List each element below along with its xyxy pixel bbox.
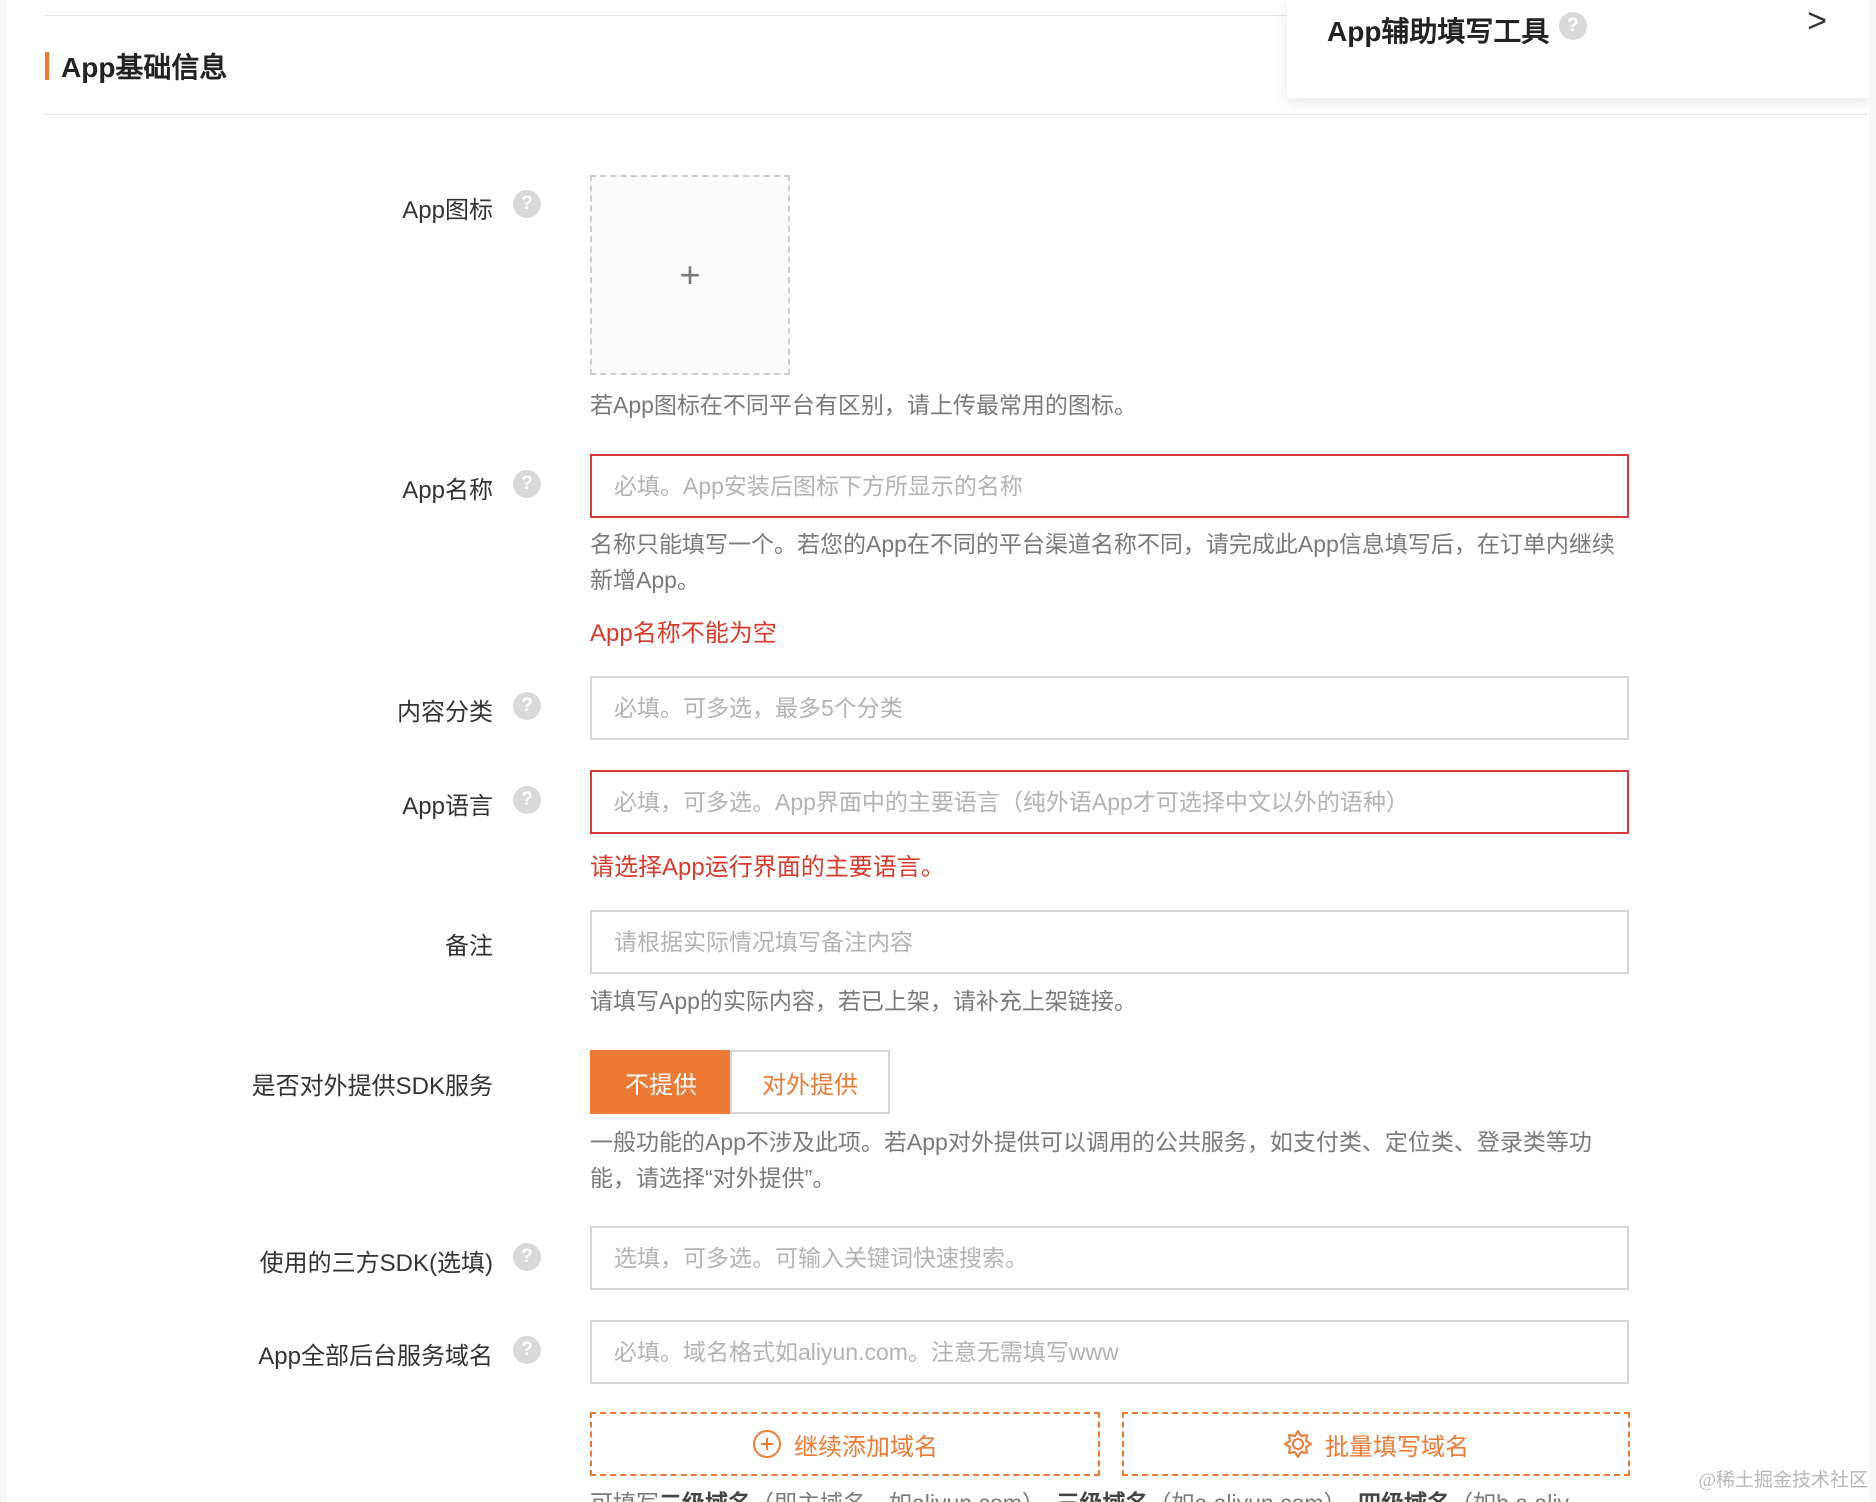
- gear-icon: [1284, 1430, 1312, 1458]
- helper-panel-title: App辅助填写工具: [1327, 16, 1550, 47]
- third-party-sdk-select[interactable]: [590, 1226, 1629, 1290]
- section-accent-bar: [45, 52, 49, 80]
- section-header: App基础信息: [45, 48, 227, 84]
- icon-label: App图标: [402, 197, 493, 224]
- icon-help-icon[interactable]: ?: [513, 190, 541, 218]
- third-party-sdk-help-icon[interactable]: ?: [513, 1243, 541, 1271]
- name-help-icon[interactable]: ?: [513, 470, 541, 498]
- batch-domain-button[interactable]: 批量填写域名: [1122, 1412, 1630, 1476]
- category-help-icon[interactable]: ?: [513, 692, 541, 720]
- third-party-sdk-label: 使用的三方SDK(选填): [259, 1250, 493, 1277]
- remark-hint: 请填写App的实际内容，若已上架，请补充上架链接。: [590, 988, 1137, 1014]
- sdk-service-option-yes[interactable]: 对外提供: [730, 1050, 890, 1114]
- helper-panel-help-icon[interactable]: ?: [1559, 12, 1587, 40]
- plus-circle-icon: [753, 1430, 781, 1458]
- name-input[interactable]: [590, 454, 1629, 518]
- domain-input[interactable]: [590, 1320, 1629, 1384]
- name-hint: 名称只能填写一个。若您的App在不同的平台渠道名称不同，请完成此App信息填写后…: [590, 531, 1615, 593]
- name-error: App名称不能为空: [590, 620, 777, 647]
- language-help-icon[interactable]: ?: [513, 786, 541, 814]
- language-select[interactable]: [590, 770, 1629, 834]
- chevron-right-icon[interactable]: >: [1807, 4, 1827, 38]
- category-label: 内容分类: [397, 699, 493, 726]
- section-divider: [45, 114, 1867, 115]
- domains-hint: 可填写二级域名（即主域名，如aliyun.com），三级域名（如a.aliyun…: [590, 1484, 1569, 1502]
- domains-label: App全部后台服务域名: [258, 1343, 493, 1370]
- plus-icon: +: [679, 254, 701, 295]
- icon-hint: 若App图标在不同平台有区别，请上传最常用的图标。: [590, 392, 1137, 418]
- remark-label: 备注: [445, 933, 493, 960]
- watermark: @稀土掘金技术社区: [1698, 1470, 1869, 1491]
- language-label: App语言: [402, 793, 493, 820]
- helper-panel[interactable]: App辅助填写工具 ? >: [1287, 0, 1869, 98]
- name-label: App名称: [402, 477, 493, 504]
- section-title: App基础信息: [61, 52, 228, 83]
- sdk-service-label: 是否对外提供SDK服务: [251, 1073, 493, 1100]
- language-error: 请选择App运行界面的主要语言。: [590, 854, 945, 881]
- remark-input[interactable]: [590, 910, 1629, 974]
- add-domain-button[interactable]: 继续添加域名: [590, 1412, 1100, 1476]
- batch-domain-label: 批量填写域名: [1325, 1433, 1469, 1461]
- add-domain-label: 继续添加域名: [794, 1433, 938, 1461]
- domains-help-icon[interactable]: ?: [513, 1336, 541, 1364]
- icon-upload-box[interactable]: +: [590, 175, 790, 375]
- sdk-service-option-no[interactable]: 不提供: [590, 1050, 732, 1114]
- form-card: App基础信息 App图标 ? + 若App图标在不同平台有区别，请上传最常用的…: [7, 0, 1869, 1502]
- category-select[interactable]: [590, 676, 1629, 740]
- sdk-service-hint: 一般功能的App不涉及此项。若App对外提供可以调用的公共服务，如支付类、定位类…: [590, 1129, 1592, 1191]
